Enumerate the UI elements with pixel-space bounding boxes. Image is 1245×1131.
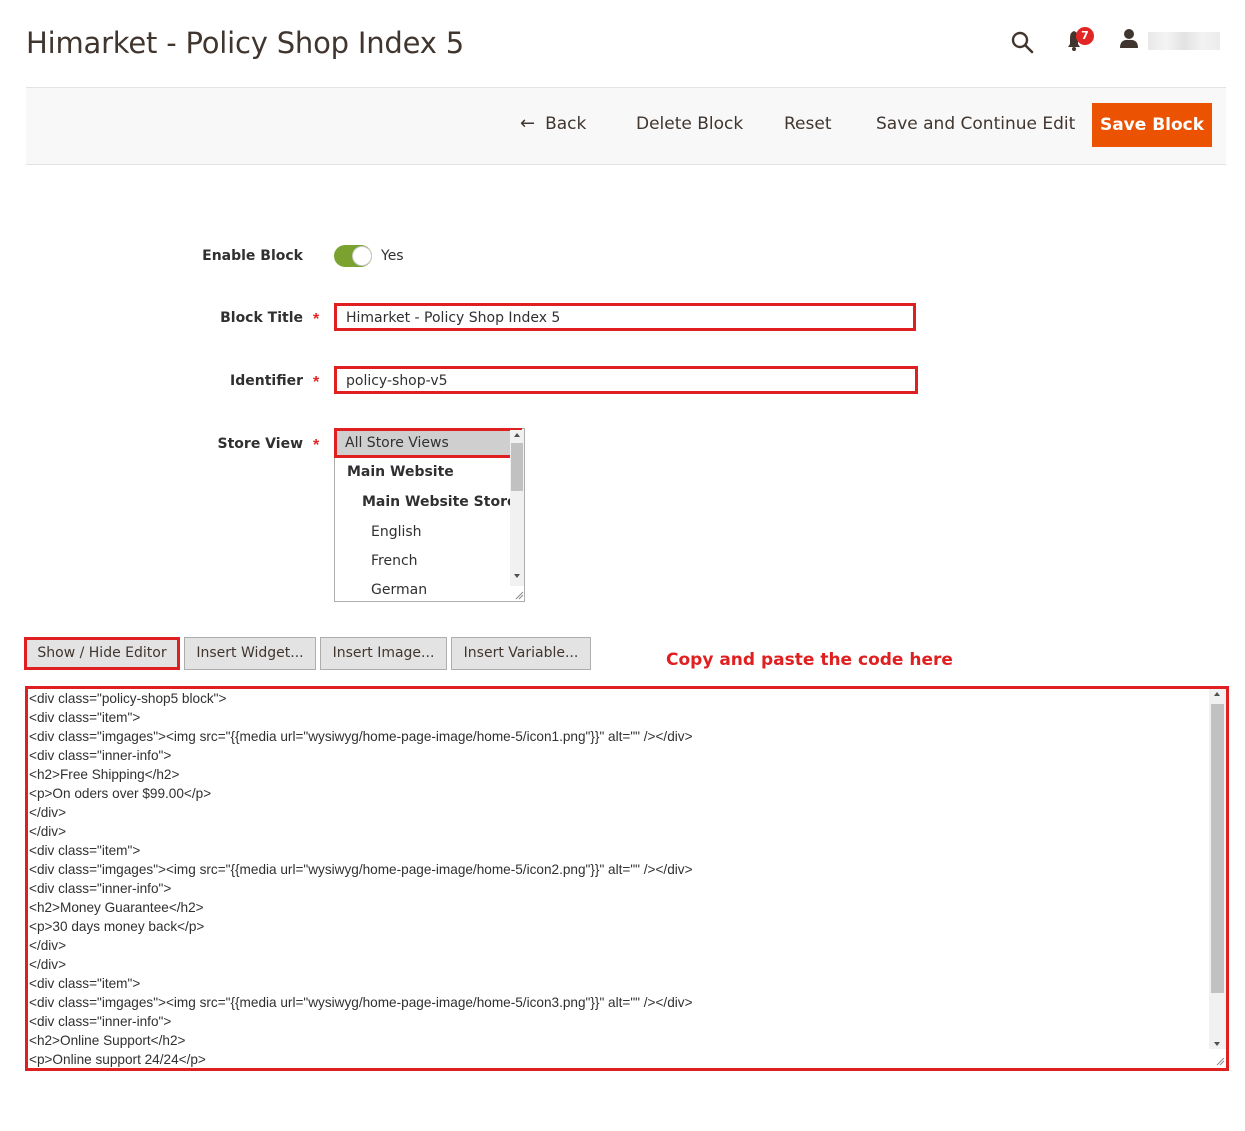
- reset-button[interactable]: Reset: [784, 102, 832, 146]
- resize-handle-icon[interactable]: [1215, 1056, 1225, 1066]
- store-option-highlight: [334, 428, 522, 458]
- code-line: <div class="item">: [29, 710, 141, 725]
- block-title-label: Block Title: [220, 310, 303, 326]
- identifier-value: policy-shop-v5: [346, 373, 448, 389]
- code-line: </div>: [29, 938, 67, 953]
- store-view-scroll-thumb[interactable]: [511, 443, 523, 491]
- code-line: <div class="imgages"><img src="{{media u…: [29, 862, 693, 877]
- code-line: <div class="inner-info">: [29, 748, 172, 763]
- code-line: <h2>Money Guarantee</h2>: [29, 900, 204, 915]
- page-title: Himarket - Policy Shop Index 5: [26, 26, 464, 60]
- scroll-down-icon[interactable]: [1213, 1040, 1221, 1048]
- search-icon[interactable]: [1010, 30, 1034, 54]
- back-label: Back: [545, 114, 587, 134]
- instruction-annotation: Copy and paste the code here: [666, 650, 953, 670]
- show-hide-editor-button[interactable]: Show / Hide Editor: [24, 637, 180, 670]
- code-line: <div class="inner-info">: [29, 1014, 172, 1029]
- code-line: <p>On oders over $99.00</p>: [29, 786, 212, 801]
- enable-block-value: Yes: [381, 248, 404, 264]
- enable-block-label: Enable Block: [202, 248, 303, 264]
- store-option-english[interactable]: English: [371, 524, 422, 540]
- block-title-input[interactable]: Himarket - Policy Shop Index 5: [334, 303, 916, 331]
- store-option-french[interactable]: French: [371, 553, 418, 569]
- code-line: </div>: [29, 805, 67, 820]
- insert-variable-button[interactable]: Insert Variable...: [451, 637, 591, 670]
- identifier-input[interactable]: policy-shop-v5: [334, 366, 918, 394]
- code-line: <div class="item">: [29, 843, 141, 858]
- resize-handle-icon[interactable]: [514, 590, 524, 600]
- scroll-up-icon[interactable]: [1213, 690, 1221, 698]
- user-name-blurred[interactable]: [1148, 32, 1220, 50]
- code-line: <h2>Free Shipping</h2>: [29, 767, 180, 782]
- code-line: <h2>Online Support</h2>: [29, 1033, 186, 1048]
- toggle-knob[interactable]: [352, 246, 372, 266]
- back-button[interactable]: ← Back: [520, 102, 586, 146]
- identifier-label: Identifier: [230, 373, 303, 389]
- store-view-label: Store View: [217, 436, 303, 452]
- required-mark: *: [313, 437, 320, 454]
- code-line: <div class="policy-shop5 block">: [29, 691, 227, 706]
- block-title-value: Himarket - Policy Shop Index 5: [346, 310, 561, 326]
- required-mark: *: [313, 311, 320, 328]
- store-option-main-website[interactable]: Main Website: [347, 464, 454, 480]
- code-line: <p>30 days money back</p>: [29, 919, 205, 934]
- code-line: <div class="imgages"><img src="{{media u…: [29, 729, 693, 744]
- code-line: </div>: [29, 957, 67, 972]
- scroll-down-icon[interactable]: [513, 572, 521, 580]
- code-line: </div>: [29, 824, 67, 839]
- scroll-up-icon[interactable]: [513, 431, 521, 439]
- user-icon[interactable]: [1118, 28, 1140, 50]
- save-block-button[interactable]: Save Block: [1092, 103, 1212, 147]
- insert-image-button[interactable]: Insert Image...: [320, 637, 447, 670]
- store-option-german[interactable]: German: [371, 582, 427, 598]
- code-scroll-thumb[interactable]: [1211, 704, 1224, 993]
- insert-widget-button[interactable]: Insert Widget...: [184, 637, 316, 670]
- code-line: <div class="inner-info">: [29, 881, 172, 896]
- required-mark: *: [313, 374, 320, 391]
- arrow-left-icon: ←: [520, 113, 536, 134]
- code-lines[interactable]: <div class="policy-shop5 block"> <div cla…: [29, 689, 1204, 1069]
- delete-block-button[interactable]: Delete Block: [636, 102, 743, 146]
- store-option-main-website-store[interactable]: Main Website Store: [362, 494, 516, 510]
- save-and-continue-button[interactable]: Save and Continue Edit: [876, 102, 1075, 146]
- code-line: <p>Online support 24/24</p>: [29, 1052, 206, 1067]
- notification-count-badge[interactable]: 7: [1076, 27, 1094, 45]
- code-line: <div class="item">: [29, 976, 141, 991]
- code-line: <div class="imgages"><img src="{{media u…: [29, 995, 693, 1010]
